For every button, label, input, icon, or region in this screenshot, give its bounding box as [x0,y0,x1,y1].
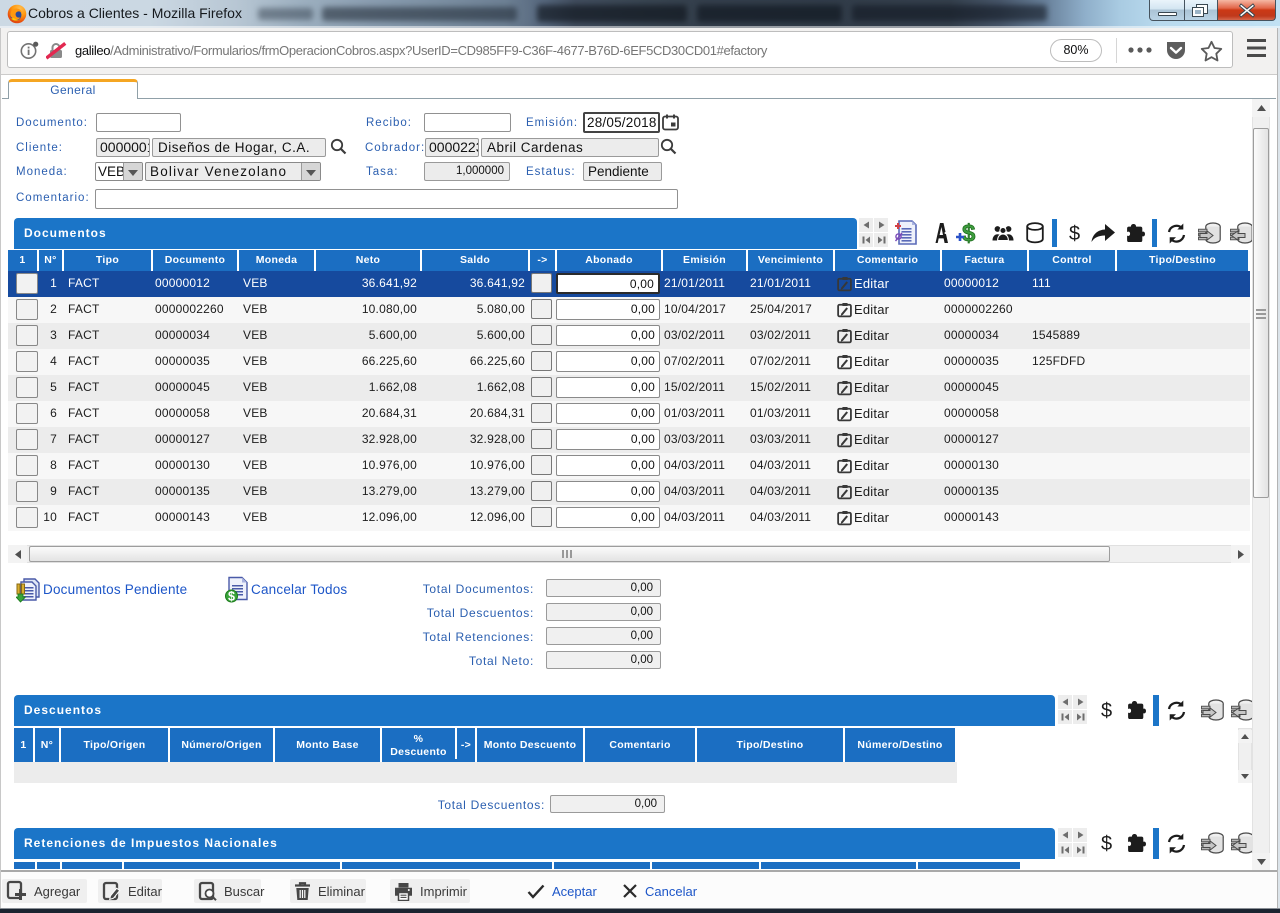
svg-text:$: $ [228,590,235,604]
svg-text:$: $ [1101,833,1112,854]
svg-text:$: $ [1069,223,1080,244]
svg-text:$: $ [962,220,976,246]
svg-text:$: $ [1101,700,1112,721]
